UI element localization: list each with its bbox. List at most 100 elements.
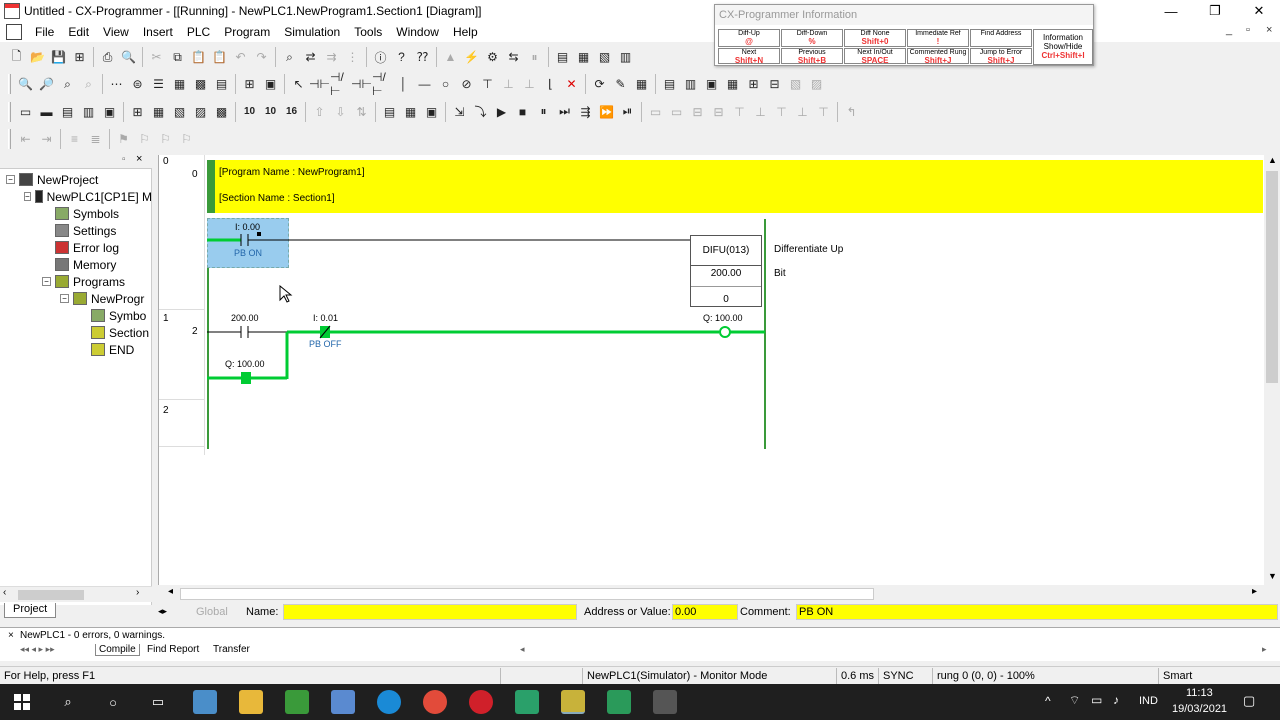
menu-edit[interactable]: Edit	[61, 25, 96, 39]
tab-project[interactable]: Project	[4, 603, 56, 618]
align-icon-9[interactable]: ⊤	[813, 102, 834, 122]
view-icon-6[interactable]: ⊟	[764, 74, 785, 94]
menu-program[interactable]: Program	[217, 25, 277, 39]
language-indicator[interactable]: IND	[1139, 695, 1158, 707]
file-explorer-icon[interactable]	[239, 690, 263, 714]
zoom-in-icon[interactable]: 🔍	[15, 74, 36, 94]
paste-icon[interactable]: 📋	[188, 47, 209, 67]
scroll-right-icon[interactable]: ›	[136, 587, 139, 598]
tree-item[interactable]: − NewPLC1[CP1E] M	[6, 188, 152, 205]
tree-item[interactable]: − NewProject	[6, 171, 152, 188]
watch-icon[interactable]: ▤	[57, 102, 78, 122]
monitoring-icon[interactable]: ▤	[211, 74, 232, 94]
step-in-icon[interactable]: ⤵	[470, 102, 491, 122]
cx-programmer-icon[interactable]	[561, 690, 585, 714]
print-preview-icon[interactable]: 🔍	[118, 47, 139, 67]
cortana-icon[interactable]: ○	[101, 690, 125, 714]
online-icon[interactable]: ▲	[440, 47, 461, 67]
view-icon-8[interactable]: ▨	[806, 74, 827, 94]
toolbar-grip[interactable]	[8, 129, 11, 149]
tree-expander-icon[interactable]: −	[42, 277, 51, 286]
app-icon-4[interactable]	[331, 690, 355, 714]
output-close-icon[interactable]: ×	[8, 630, 14, 641]
tray-chevron-icon[interactable]: ^	[1045, 694, 1051, 708]
io-table-icon[interactable]: ⊞	[127, 102, 148, 122]
monitor-mode-icon[interactable]: ▧	[594, 47, 615, 67]
cross-reference-icon[interactable]: ⇉	[321, 47, 342, 67]
scroll-left-icon[interactable]: ◂	[168, 586, 173, 597]
stop-icon[interactable]: ■	[512, 102, 533, 122]
comment-field[interactable]: PB ON	[796, 604, 1278, 620]
paste-special-icon[interactable]: 📋	[209, 47, 230, 67]
stop-sim-icon[interactable]: ⏸	[524, 47, 545, 67]
menu-window[interactable]: Window	[389, 25, 446, 39]
step-icon[interactable]: ⇲	[449, 102, 470, 122]
pause-icon[interactable]: ⏸	[533, 102, 554, 122]
run-mode-icon[interactable]: ▥	[615, 47, 636, 67]
clock-time[interactable]: 11:13	[1186, 687, 1213, 699]
menu-help[interactable]: Help	[446, 25, 485, 39]
tree-item[interactable]: − NewProgr	[6, 290, 152, 307]
menu-simulation[interactable]: Simulation	[277, 25, 347, 39]
tree-item[interactable]: Error log	[6, 239, 152, 256]
windows-start-icon[interactable]	[10, 690, 34, 714]
address-reference-icon[interactable]: ⋮	[342, 47, 363, 67]
rung-comments-icon[interactable]: ☰	[148, 74, 169, 94]
toggle-bit-icon[interactable]: ⟳	[589, 74, 610, 94]
notification-icon[interactable]: ▢	[1243, 693, 1255, 709]
cut-icon[interactable]: ✂	[146, 47, 167, 67]
tab-compile[interactable]: Compile	[95, 644, 140, 656]
scroll-thumb[interactable]	[18, 590, 84, 600]
document-icon[interactable]	[6, 24, 22, 40]
workspace-pin-icon[interactable]: ▫	[122, 154, 126, 165]
network-icon[interactable]: ⌔	[1069, 693, 1080, 708]
align-icon-7[interactable]: ⊤	[771, 102, 792, 122]
task-view-icon[interactable]: ▭	[146, 690, 170, 714]
tree-item[interactable]: Settings	[6, 222, 152, 239]
line-delete-icon[interactable]: ✕	[561, 74, 582, 94]
toolbar-grip[interactable]	[8, 101, 11, 122]
align-icon-5[interactable]: ⊤	[729, 102, 750, 122]
outdent-icon[interactable]: ⇥	[36, 129, 57, 149]
search-icon[interactable]: ⌕	[56, 690, 80, 714]
new-icon[interactable]: 🗋	[6, 47, 27, 67]
run-icon[interactable]: ▶	[491, 102, 512, 122]
save-icon[interactable]: 💾	[48, 47, 69, 67]
app-icon-8[interactable]	[515, 690, 539, 714]
difu-instruction-block[interactable]: DIFU(013) 200.00 0	[690, 235, 762, 307]
output-scroll-left-icon[interactable]: ◂	[520, 644, 530, 658]
new-coil-icon[interactable]: ○	[435, 74, 456, 94]
show-symbols-icon[interactable]: ▩	[190, 74, 211, 94]
close-button[interactable]: ✕	[1236, 0, 1280, 22]
app-icon-1[interactable]	[193, 690, 217, 714]
app-icon-3[interactable]	[285, 690, 309, 714]
settings-view-icon[interactable]: ▧	[169, 102, 190, 122]
menu-insert[interactable]: Insert	[136, 25, 180, 39]
nav-arrows[interactable]: ◂▸	[158, 606, 167, 617]
maximize-button[interactable]: ❐	[1192, 0, 1238, 22]
chrome-icon[interactable]	[423, 690, 447, 714]
horizontal-scroll-thumb[interactable]	[180, 588, 874, 600]
decimal-icon[interactable]: 10	[260, 102, 281, 122]
grid-icon[interactable]: ⋯	[106, 74, 127, 94]
memory-view-icon[interactable]: ▦	[148, 102, 169, 122]
copy-icon[interactable]: ⧉	[167, 47, 188, 67]
vertical-scroll-thumb[interactable]	[1266, 171, 1278, 383]
view-icon-7[interactable]: ▧	[785, 74, 806, 94]
vertical-line-icon[interactable]: │	[393, 74, 414, 94]
view-icon-5[interactable]: ⊞	[743, 74, 764, 94]
ladder-view-icon[interactable]: ⊞	[239, 74, 260, 94]
sim-settings-icon[interactable]: ▤	[379, 102, 400, 122]
return-icon[interactable]: ↰	[841, 102, 862, 122]
online-edit-icon[interactable]: ✎	[610, 74, 631, 94]
bookmark-prev-icon[interactable]: ⚐	[155, 129, 176, 149]
scan-run-icon[interactable]: ⇶	[575, 102, 596, 122]
cross-ref-icon[interactable]: ▩	[211, 102, 232, 122]
info-window[interactable]: CX-Programmer Information Diff-Up @ Diff-…	[714, 4, 1094, 66]
new-contact-icon[interactable]: ⊣⊢	[309, 74, 330, 94]
new-closed-contact-icon[interactable]: ⊣/⊢	[330, 70, 351, 98]
scroll-down-icon[interactable]: ▼	[1268, 571, 1277, 581]
new-or-closed-contact-icon[interactable]: ⊣/⊢	[372, 70, 393, 98]
bookmark-icon[interactable]: ⚑	[113, 129, 134, 149]
workspace-icon[interactable]: ▭	[15, 102, 36, 122]
